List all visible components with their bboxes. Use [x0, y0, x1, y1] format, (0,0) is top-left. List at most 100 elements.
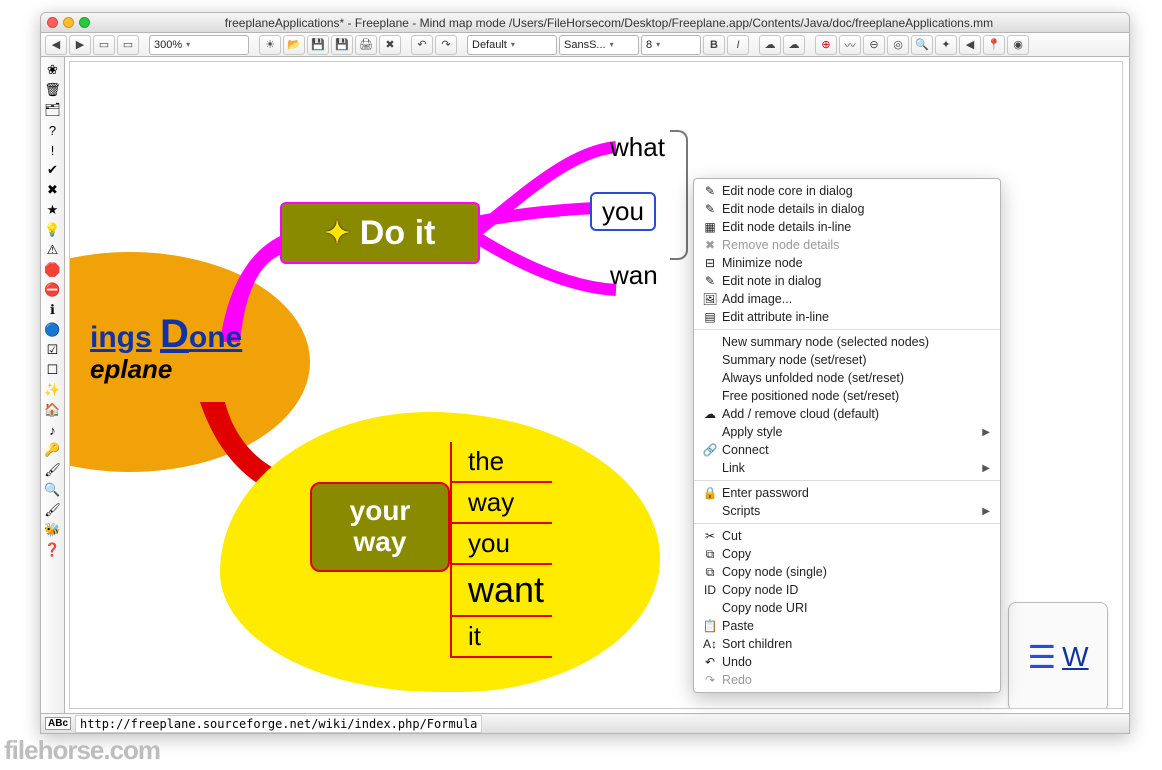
bold-button[interactable]: B: [703, 35, 725, 55]
vtool-icon-17[interactable]: 🏠: [44, 401, 62, 419]
vtool-icon-8[interactable]: 💡: [44, 221, 62, 239]
vtool-icon-0[interactable]: ❀: [44, 61, 62, 79]
nav-misc-button-1[interactable]: ▭: [93, 35, 115, 55]
menu-item[interactable]: Scripts▶: [694, 502, 1000, 520]
menu-item[interactable]: ⧉Copy node (single): [694, 563, 1000, 581]
open-button[interactable]: 📂: [283, 35, 305, 55]
menu-item[interactable]: ✎Edit note in dialog: [694, 272, 1000, 290]
menu-item[interactable]: 📋Paste: [694, 617, 1000, 635]
tool-i-button[interactable]: ◉: [1007, 35, 1029, 55]
nav-back-button[interactable]: ◀: [45, 35, 67, 55]
vtool-icon-23[interactable]: 🐝: [44, 521, 62, 539]
menu-item[interactable]: 🔗Connect: [694, 441, 1000, 459]
menu-item[interactable]: ⧉Copy: [694, 545, 1000, 563]
vtool-icon-24[interactable]: ❓: [44, 541, 62, 559]
redo-button[interactable]: ↷: [435, 35, 457, 55]
vtool-icon-1[interactable]: 🗑: [44, 81, 62, 99]
menu-item-label: Edit node core in dialog: [722, 184, 853, 198]
nav-forward-button[interactable]: ▶: [69, 35, 91, 55]
menu-item[interactable]: Copy node URI: [694, 599, 1000, 617]
node-way[interactable]: way: [450, 483, 552, 524]
vtool-icon-7[interactable]: ★: [44, 201, 62, 219]
menu-item[interactable]: ⊟Minimize node: [694, 254, 1000, 272]
font-size-combo[interactable]: 8▾: [641, 35, 701, 55]
undo-button[interactable]: ↶: [411, 35, 433, 55]
abc-icon[interactable]: ABc: [45, 717, 71, 730]
font-family-combo[interactable]: SansS...▾: [559, 35, 639, 55]
vtool-icon-18[interactable]: ♪: [44, 421, 62, 439]
traffic-lights: [47, 17, 90, 28]
style-combo[interactable]: Default▾: [467, 35, 557, 55]
cloud-color-button[interactable]: ☁: [783, 35, 805, 55]
tool-b-button[interactable]: 〰: [839, 35, 861, 55]
menu-item[interactable]: ✎Edit node details in dialog: [694, 200, 1000, 218]
vtool-icon-11[interactable]: ⛔: [44, 281, 62, 299]
vtool-icon-22[interactable]: 🖌: [44, 501, 62, 519]
maximize-icon[interactable]: [79, 17, 90, 28]
menu-item[interactable]: ▤Edit attribute in-line: [694, 308, 1000, 326]
tool-d-button[interactable]: ◎: [887, 35, 909, 55]
menu-item[interactable]: ✂Cut: [694, 527, 1000, 545]
vtool-icon-10[interactable]: 🛑: [44, 261, 62, 279]
node-yourway[interactable]: your way: [310, 482, 450, 572]
tool-f-button[interactable]: ✦: [935, 35, 957, 55]
vtool-icon-3[interactable]: ?: [44, 121, 62, 139]
node-doit[interactable]: ✦ Do it: [280, 202, 480, 264]
vtool-icon-19[interactable]: 🔑: [44, 441, 62, 459]
vtool-icon-2[interactable]: 🗂: [44, 101, 62, 119]
close-icon[interactable]: [47, 17, 58, 28]
tool-h-button[interactable]: 📍: [983, 35, 1005, 55]
vtool-icon-6[interactable]: ✖: [44, 181, 62, 199]
saveall-button[interactable]: 💾: [331, 35, 353, 55]
vtool-icon-20[interactable]: 🖌: [44, 461, 62, 479]
vtool-icon-12[interactable]: ℹ: [44, 301, 62, 319]
vtool-icon-14[interactable]: ☑: [44, 341, 62, 359]
node-want-partial[interactable]: wan: [610, 260, 658, 291]
node-you[interactable]: you: [590, 192, 656, 231]
node-it[interactable]: it: [450, 617, 552, 658]
vtool-icon-13[interactable]: 🔵: [44, 321, 62, 339]
tool-g-button[interactable]: ◀: [959, 35, 981, 55]
menu-item[interactable]: ↶Undo: [694, 653, 1000, 671]
menu-item[interactable]: IDCopy node ID: [694, 581, 1000, 599]
node-want[interactable]: want: [450, 565, 552, 617]
vtool-icon-21[interactable]: 🔍: [44, 481, 62, 499]
cloud-button[interactable]: ☁: [759, 35, 781, 55]
menu-item[interactable]: Apply style▶: [694, 423, 1000, 441]
new-button[interactable]: ☀: [259, 35, 281, 55]
context-menu: ✎Edit node core in dialog✎Edit node deta…: [693, 178, 1001, 693]
menu-item-label: Connect: [722, 443, 769, 457]
menu-item[interactable]: 🔒Enter password: [694, 484, 1000, 502]
tool-a-button[interactable]: ⊕: [815, 35, 837, 55]
menu-item[interactable]: Free positioned node (set/reset): [694, 387, 1000, 405]
menu-item[interactable]: ▦Edit node details in-line: [694, 218, 1000, 236]
node-the[interactable]: the: [450, 442, 552, 483]
tool-e-button[interactable]: 🔍: [911, 35, 933, 55]
menu-item-icon: ✎: [702, 274, 718, 288]
menu-item[interactable]: New summary node (selected nodes): [694, 333, 1000, 351]
menu-item[interactable]: Summary node (set/reset): [694, 351, 1000, 369]
vtool-icon-15[interactable]: ☐: [44, 361, 62, 379]
vtool-icon-5[interactable]: ✔: [44, 161, 62, 179]
menu-item-label: Enter password: [722, 486, 809, 500]
menu-item[interactable]: Always unfolded node (set/reset): [694, 369, 1000, 387]
vtool-icon-9[interactable]: ⚠: [44, 241, 62, 259]
zoom-combo[interactable]: 300%▾: [149, 35, 249, 55]
node-you-2[interactable]: you: [450, 524, 552, 565]
menu-item[interactable]: ☁Add / remove cloud (default): [694, 405, 1000, 423]
side-panel[interactable]: ☰ W: [1008, 602, 1108, 709]
print-button[interactable]: 🖨: [355, 35, 377, 55]
menu-item[interactable]: 🖼Add image...: [694, 290, 1000, 308]
minimize-icon[interactable]: [63, 17, 74, 28]
node-what[interactable]: what: [610, 132, 665, 163]
close-doc-button[interactable]: ✖: [379, 35, 401, 55]
vtool-icon-4[interactable]: !: [44, 141, 62, 159]
vtool-icon-16[interactable]: ✨: [44, 381, 62, 399]
nav-misc-button-2[interactable]: ▭: [117, 35, 139, 55]
menu-item[interactable]: Link▶: [694, 459, 1000, 477]
italic-button[interactable]: I: [727, 35, 749, 55]
menu-item[interactable]: A↕Sort children: [694, 635, 1000, 653]
tool-c-button[interactable]: ⊖: [863, 35, 885, 55]
menu-item[interactable]: ✎Edit node core in dialog: [694, 182, 1000, 200]
save-button[interactable]: 💾: [307, 35, 329, 55]
